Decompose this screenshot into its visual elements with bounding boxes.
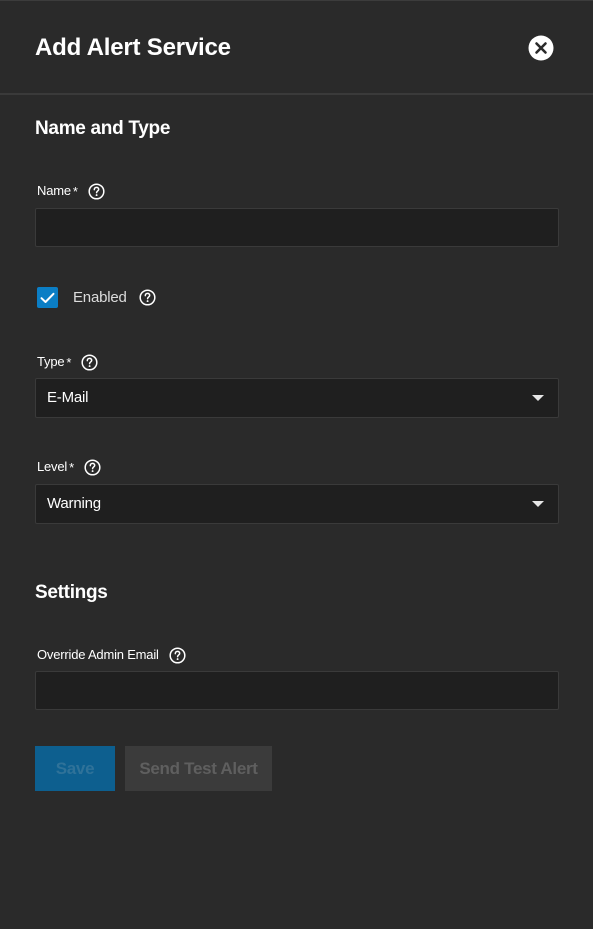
level-label: Level — [37, 459, 68, 474]
name-input[interactable] — [35, 208, 559, 247]
enabled-label: Enabled — [73, 289, 127, 306]
type-select-value: E-Mail — [47, 389, 89, 406]
save-button[interactable]: Save — [35, 746, 115, 791]
add-alert-service-dialog: Add Alert Service Name and Type Name * E… — [0, 0, 593, 929]
type-help-icon[interactable] — [81, 353, 99, 371]
close-circle-icon — [528, 35, 554, 61]
name-help-icon[interactable] — [88, 182, 105, 200]
enabled-checkbox-row: Enabled — [37, 287, 156, 308]
level-help-icon[interactable] — [84, 458, 101, 476]
chevron-down-icon — [532, 501, 544, 507]
section-title-name-and-type: Name and Type — [35, 118, 171, 139]
name-label-row: Name * — [37, 181, 105, 201]
enabled-help-icon[interactable] — [139, 289, 156, 306]
dialog-title: Add Alert Service — [35, 34, 231, 61]
override-admin-email-label-row: Override Admin Email — [37, 645, 186, 665]
override-admin-email-label: Override Admin Email — [37, 647, 159, 662]
help-icon — [139, 289, 156, 306]
dialog-header: Add Alert Service — [0, 1, 593, 95]
level-required-marker: * — [69, 459, 75, 475]
level-label-row: Level * — [37, 457, 101, 477]
help-icon — [84, 458, 101, 476]
close-button[interactable] — [528, 35, 554, 61]
type-select[interactable]: E-Mail — [35, 378, 559, 418]
help-icon — [81, 353, 99, 371]
override-admin-email-help-icon[interactable] — [169, 646, 186, 664]
level-select[interactable]: Warning — [35, 484, 559, 524]
name-required-marker: * — [72, 183, 78, 199]
level-select-value: Warning — [47, 495, 101, 512]
type-label-row: Type * — [37, 352, 99, 372]
chevron-down-icon — [532, 395, 544, 401]
type-label: Type — [37, 354, 65, 369]
enabled-checkbox[interactable] — [37, 287, 58, 308]
send-test-alert-button[interactable]: Send Test Alert — [125, 746, 272, 791]
section-title-settings: Settings — [35, 582, 108, 603]
name-label: Name — [37, 183, 71, 198]
help-icon — [169, 646, 186, 664]
override-admin-email-input[interactable] — [35, 671, 559, 710]
help-icon — [88, 182, 105, 200]
type-required-marker: * — [66, 354, 72, 370]
checkmark-icon — [40, 292, 55, 303]
